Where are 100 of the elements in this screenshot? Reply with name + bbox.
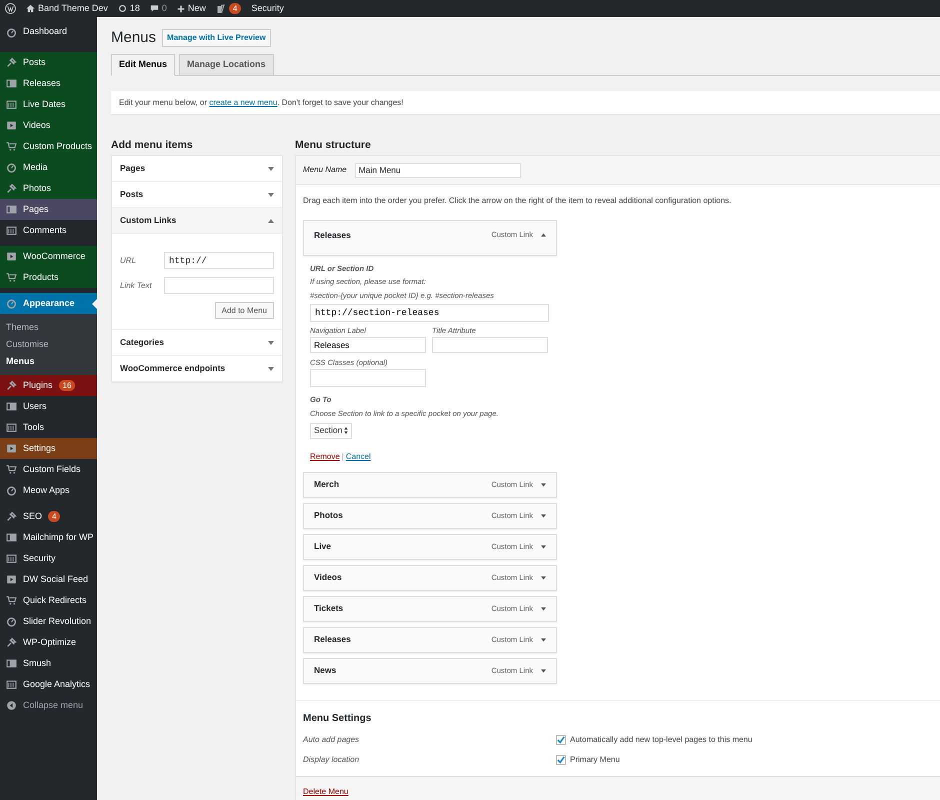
sidebar-menu-item[interactable]: Plugins 16 bbox=[0, 375, 97, 396]
cart-icon bbox=[6, 141, 17, 152]
text-input[interactable]: Releases bbox=[310, 337, 426, 353]
sidebar-menu-item[interactable]: Live Dates bbox=[0, 94, 97, 115]
sidebar-menu-item[interactable]: Releases bbox=[0, 73, 97, 94]
play-icon bbox=[6, 251, 17, 262]
gauge-icon bbox=[6, 298, 17, 309]
menu-name-input[interactable]: Main Menu bbox=[354, 162, 521, 178]
wordpress-logo-icon bbox=[5, 3, 16, 14]
sidebar-menu-item[interactable]: Settings bbox=[0, 438, 97, 459]
speech-bubble-icon bbox=[150, 4, 159, 13]
collapse-icon bbox=[6, 700, 17, 711]
submenu-item[interactable]: Themes bbox=[0, 319, 97, 336]
section-heading: Add menu items bbox=[111, 138, 194, 153]
home-icon bbox=[26, 4, 35, 13]
pin-icon bbox=[6, 637, 17, 648]
caret-down-icon bbox=[541, 638, 546, 642]
text-input[interactable] bbox=[164, 277, 274, 294]
caret-down-icon bbox=[268, 340, 274, 344]
instructions-text: Drag each item into the order you prefer. Click the arrow on the right of the item to reveal additional configuration options. bbox=[303, 195, 732, 207]
css-classes-input[interactable] bbox=[310, 369, 426, 388]
notification-badge: 4 bbox=[228, 3, 242, 14]
sidebar-menu-item[interactable]: Photos bbox=[0, 178, 97, 199]
sidebar-menu-item[interactable]: Media bbox=[0, 157, 97, 178]
sidebar-menu-item[interactable]: Pages bbox=[0, 199, 97, 220]
tab[interactable]: Edit Menus bbox=[111, 54, 176, 76]
calendar-icon bbox=[6, 553, 17, 564]
checkbox-label: Automatically add new top-level pages to this menu bbox=[570, 734, 752, 746]
section-heading: Menu structure bbox=[295, 138, 372, 153]
gauge-icon bbox=[6, 162, 17, 173]
field-label: Link Text bbox=[120, 280, 153, 292]
cart-icon bbox=[6, 464, 17, 475]
caret-down-icon bbox=[541, 668, 546, 673]
accordion-header[interactable]: Custom Links bbox=[112, 208, 282, 234]
url-input[interactable]: http://section-releases bbox=[310, 304, 549, 322]
checkmark-icon bbox=[557, 756, 565, 764]
caret-down-icon bbox=[541, 514, 546, 518]
count-badge: 4 bbox=[48, 511, 60, 522]
section-select[interactable]: Section bbox=[310, 422, 352, 439]
field-label: Auto add pages bbox=[303, 734, 360, 746]
pin-icon bbox=[6, 183, 17, 194]
refresh-icon bbox=[118, 4, 127, 13]
tab[interactable]: Manage Locations bbox=[179, 54, 274, 76]
caret-up-icon bbox=[541, 232, 546, 237]
comments-count[interactable]: 0 bbox=[162, 2, 167, 16]
delete-menu-link[interactable]: Delete Menu bbox=[303, 786, 348, 798]
notice-message: Edit your menu below, or create a new menu. Don't forget to save your changes! bbox=[111, 91, 940, 114]
checkbox-label: Primary Menu bbox=[570, 754, 620, 766]
sidebar-menu-item[interactable]: Appearance bbox=[0, 293, 97, 314]
gauge-icon bbox=[6, 26, 17, 38]
collapse-menu-link[interactable]: Collapse menu bbox=[23, 698, 84, 712]
new-link[interactable]: New bbox=[188, 2, 206, 16]
sidebar-menu-item[interactable]: Custom Products bbox=[0, 136, 97, 157]
gauge-icon bbox=[6, 616, 17, 627]
field-label: URL bbox=[120, 254, 138, 266]
panel-icon bbox=[6, 401, 17, 412]
caret-up-icon bbox=[268, 218, 274, 222]
pin-icon bbox=[6, 57, 17, 68]
remove-link[interactable]: Remove bbox=[310, 450, 340, 463]
page-title: Menus bbox=[111, 29, 156, 47]
cart-icon bbox=[6, 595, 17, 606]
play-icon bbox=[6, 120, 17, 131]
panel-icon bbox=[6, 532, 17, 543]
caret-down-icon bbox=[541, 606, 546, 611]
checkmark-icon bbox=[557, 736, 565, 744]
caret-down-icon bbox=[268, 192, 274, 196]
checkbox[interactable] bbox=[556, 734, 566, 745]
create-menu-link[interactable]: create a new menu bbox=[209, 98, 278, 107]
calendar-icon bbox=[6, 679, 17, 690]
plus-icon bbox=[176, 4, 185, 12]
sidebar-menu-item[interactable]: Posts bbox=[0, 52, 97, 73]
checkbox[interactable] bbox=[556, 754, 566, 765]
security-link[interactable]: Security bbox=[251, 2, 284, 16]
caret-down-icon bbox=[268, 166, 274, 170]
caret-down-icon bbox=[541, 544, 546, 549]
calendar-icon bbox=[6, 99, 17, 110]
live-preview-button[interactable]: Manage with Live Preview bbox=[162, 29, 271, 47]
text-input[interactable]: http:// bbox=[164, 252, 274, 269]
sidebar-menu-item[interactable]: Products bbox=[0, 267, 97, 288]
separator-text: | bbox=[342, 450, 344, 463]
add-to-menu-button[interactable]: Add to Menu bbox=[214, 302, 274, 319]
cart-icon bbox=[6, 272, 17, 283]
field-label: Menu Name bbox=[303, 164, 347, 176]
submenu-item[interactable]: Menus bbox=[0, 353, 97, 370]
count-badge: 16 bbox=[58, 380, 76, 391]
cancel-link[interactable]: Cancel bbox=[346, 450, 371, 463]
panel-icon bbox=[6, 78, 17, 89]
up-down-caret-icon bbox=[344, 427, 348, 434]
menu-pointer-icon bbox=[92, 299, 97, 309]
calendar-icon bbox=[6, 422, 17, 433]
submenu-item[interactable]: Customise bbox=[0, 336, 97, 353]
sidebar-menu-item[interactable]: WooCommerce bbox=[0, 246, 97, 267]
section-heading: Menu Settings bbox=[303, 712, 372, 726]
text-input[interactable] bbox=[432, 337, 548, 353]
site-name-link[interactable]: Band Theme Dev bbox=[38, 2, 108, 16]
calendar-icon bbox=[6, 225, 17, 236]
panel-icon bbox=[6, 658, 17, 669]
sidebar-menu-item[interactable]: Videos bbox=[0, 115, 97, 136]
updates-count[interactable]: 18 bbox=[130, 2, 140, 16]
caret-down-icon bbox=[541, 482, 546, 487]
